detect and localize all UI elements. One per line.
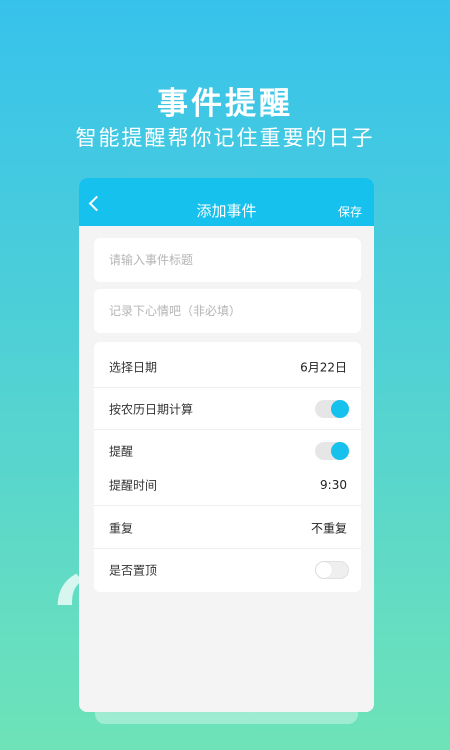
- toggle-knob: [331, 399, 349, 418]
- pin-toggle[interactable]: [315, 561, 349, 579]
- lunar-row: 按农历日期计算: [94, 388, 361, 430]
- mood-input[interactable]: [94, 289, 361, 333]
- remind-time-value: 9:30: [320, 477, 347, 492]
- nav-title: 添加事件: [196, 202, 257, 220]
- title-input[interactable]: [94, 238, 361, 282]
- mood-input-card: [94, 289, 361, 333]
- remind-toggle[interactable]: [315, 442, 349, 460]
- nav-bar: 添加事件 保存: [79, 178, 374, 226]
- phone-screen: 添加事件 保存 选择日期 6月22日 按农历日期计算 提醒 提醒时间 9:30 …: [79, 178, 374, 712]
- title-input-card: [94, 238, 361, 282]
- remind-time-row[interactable]: 提醒时间 9:30: [94, 464, 361, 506]
- remind-time-label: 提醒时间: [109, 478, 158, 492]
- settings-card: 选择日期 6月22日 按农历日期计算 提醒 提醒时间 9:30 重复 不重复 是…: [94, 342, 361, 592]
- toggle-knob: [331, 442, 349, 460]
- pin-row: 是否置顶: [94, 549, 361, 591]
- date-row[interactable]: 选择日期 6月22日: [94, 346, 361, 388]
- remind-label: 提醒: [109, 444, 134, 459]
- repeat-row[interactable]: 重复 不重复: [94, 507, 361, 549]
- lunar-label: 按农历日期计算: [109, 402, 194, 416]
- date-value: 6月22日: [300, 360, 347, 374]
- hero-title: 事件提醒: [157, 86, 293, 122]
- repeat-value: 不重复: [310, 521, 347, 535]
- toggle-knob: [316, 562, 332, 578]
- date-label: 选择日期: [109, 360, 158, 374]
- repeat-label: 重复: [109, 521, 134, 535]
- pin-label: 是否置顶: [109, 563, 158, 578]
- save-button[interactable]: 保存: [338, 203, 362, 220]
- hero-subtitle: 智能提醒帮你记住重要的日子: [75, 126, 375, 150]
- lunar-toggle[interactable]: [315, 399, 349, 418]
